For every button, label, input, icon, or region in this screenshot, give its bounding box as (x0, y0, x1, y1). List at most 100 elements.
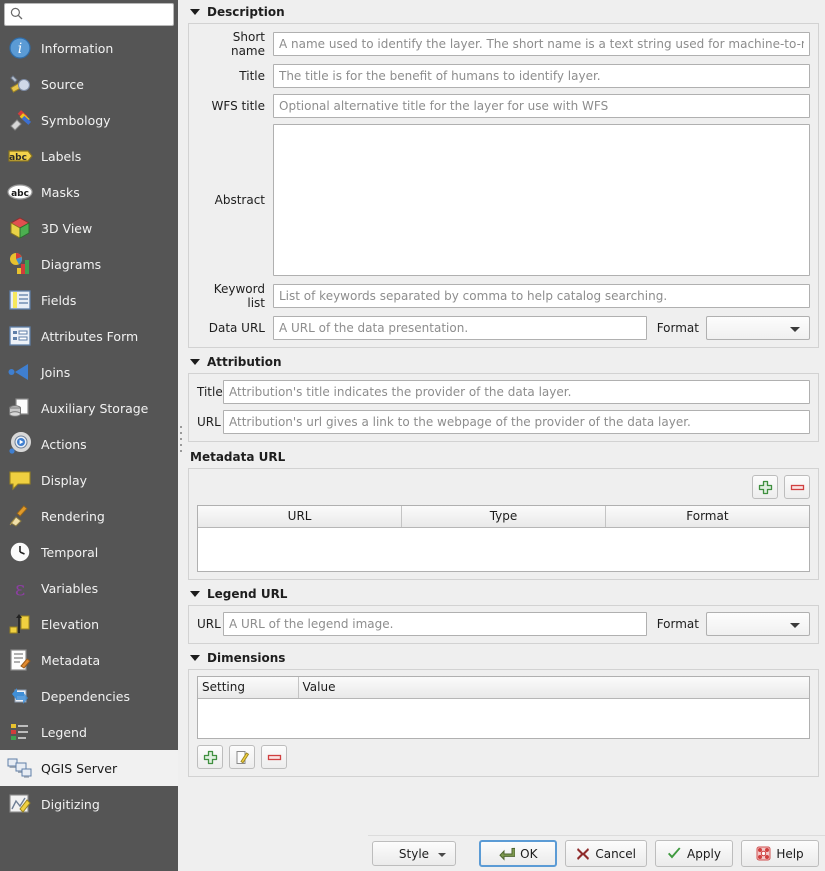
dialog-button-bar: Style OK Cancel Apply (368, 835, 825, 871)
cancel-button[interactable]: Cancel (565, 840, 647, 867)
svg-text:abc: abc (9, 153, 27, 163)
sidebar-item-metadata[interactable]: Metadata (0, 642, 178, 678)
title-label: Title (197, 69, 273, 83)
sidebar-item-label: 3D View (41, 221, 92, 236)
temporal-icon (6, 538, 34, 566)
metadata-icon (6, 646, 34, 674)
metadata-url-toolbar (197, 475, 810, 499)
sidebar-item-dependencies[interactable]: Dependencies (0, 678, 178, 714)
dimensions-remove-button[interactable] (261, 745, 287, 769)
auxiliary-storage-icon (6, 394, 34, 422)
masks-icon: abc (6, 178, 34, 206)
splitter-grip (180, 426, 182, 456)
ok-button[interactable]: OK (479, 840, 557, 867)
chevron-down-icon (790, 327, 800, 332)
dimensions-table-wrap[interactable]: Setting Value (197, 676, 810, 739)
sidebar-item-label: Joins (41, 365, 70, 380)
wfs-title-input[interactable] (273, 94, 810, 118)
section-title: Description (207, 5, 285, 19)
attribution-title-label: Title (197, 385, 223, 399)
source-icon (6, 70, 34, 98)
dependencies-icon (6, 682, 34, 710)
sidebar-item-information[interactable]: i Information (0, 30, 178, 66)
checkmark-icon (667, 847, 682, 861)
add-icon (758, 480, 773, 495)
data-url-input[interactable] (273, 316, 647, 340)
elevation-icon (6, 610, 34, 638)
short-name-input[interactable] (273, 32, 810, 56)
rendering-icon (6, 502, 34, 530)
attribution-url-label: URL (197, 415, 223, 429)
apply-button-label: Apply (687, 847, 721, 861)
column-header-value[interactable]: Value (298, 677, 809, 698)
dimensions-add-button[interactable] (197, 745, 223, 769)
table-header-row: Setting Value (198, 677, 809, 698)
attribution-url-input[interactable] (223, 410, 810, 434)
sidebar-item-rendering[interactable]: Rendering (0, 498, 178, 534)
help-button[interactable]: Help (741, 840, 819, 867)
legend-url-format-combo[interactable] (706, 612, 810, 636)
column-header-format[interactable]: Format (605, 506, 809, 527)
sidebar-item-masks[interactable]: abc Masks (0, 174, 178, 210)
search-input[interactable] (23, 5, 168, 25)
sidebar-item-label: Masks (41, 185, 80, 200)
section-header-legend-url[interactable]: Legend URL (184, 582, 819, 605)
metadata-url-table-wrap[interactable]: URL Type Format (197, 505, 810, 572)
sidebar-item-diagrams[interactable]: Diagrams (0, 246, 178, 282)
column-header-type[interactable]: Type (402, 506, 606, 527)
sidebar-nav-list: i Information Source (0, 30, 178, 822)
svg-text:abc: abc (11, 189, 29, 199)
style-button-label: Style (399, 847, 429, 861)
sidebar-item-labels[interactable]: abc Labels (0, 138, 178, 174)
sidebar-item-legend[interactable]: Legend (0, 714, 178, 750)
sidebar-item-temporal[interactable]: Temporal (0, 534, 178, 570)
sidebar-item-label: Dependencies (41, 689, 130, 704)
sidebar-item-variables[interactable]: ε Variables (0, 570, 178, 606)
sidebar-item-display[interactable]: Display (0, 462, 178, 498)
section-title: Metadata URL (190, 450, 285, 464)
keyword-list-input[interactable] (273, 284, 810, 308)
section-header-dimensions[interactable]: Dimensions (184, 646, 819, 669)
column-header-setting[interactable]: Setting (198, 677, 298, 698)
column-header-url[interactable]: URL (198, 506, 402, 527)
symbology-icon (6, 106, 34, 134)
title-input[interactable] (273, 64, 810, 88)
sidebar-item-fields[interactable]: Fields (0, 282, 178, 318)
dimensions-edit-button[interactable] (229, 745, 255, 769)
metadata-url-add-button[interactable] (752, 475, 778, 499)
metadata-url-remove-button[interactable] (784, 475, 810, 499)
sidebar-item-label: Metadata (41, 653, 100, 668)
apply-button[interactable]: Apply (655, 840, 733, 867)
sidebar-item-actions[interactable]: Actions (0, 426, 178, 462)
section-header-attribution[interactable]: Attribution (184, 350, 819, 373)
sidebar-item-label: Variables (41, 581, 98, 596)
sidebar-item-3d-view[interactable]: 3D View (0, 210, 178, 246)
data-url-format-label: Format (647, 321, 706, 335)
sidebar-item-elevation[interactable]: Elevation (0, 606, 178, 642)
legend-url-row: URL Format (197, 612, 810, 636)
short-name-label: Short name (197, 30, 273, 58)
sidebar-item-qgis-server[interactable]: QGIS Server (0, 750, 178, 786)
sidebar-item-label: Information (41, 41, 113, 56)
sidebar-item-digitizing[interactable]: Digitizing (0, 786, 178, 822)
style-button[interactable]: Style (372, 841, 456, 866)
sidebar-item-auxiliary-storage[interactable]: Auxiliary Storage (0, 390, 178, 426)
sidebar-item-label: Actions (41, 437, 87, 452)
attribution-title-input[interactable] (223, 380, 810, 404)
sidebar-item-symbology[interactable]: Symbology (0, 102, 178, 138)
section-header-description[interactable]: Description (184, 0, 819, 23)
actions-icon (6, 430, 34, 458)
legend-url-input[interactable] (223, 612, 647, 636)
abstract-textarea[interactable] (273, 124, 810, 276)
dimensions-table: Setting Value (198, 677, 809, 738)
search-box[interactable] (4, 3, 174, 26)
attribution-url-row: URL (197, 410, 810, 434)
sidebar-item-attributes-form[interactable]: Attributes Form (0, 318, 178, 354)
metadata-url-table: URL Type Format (198, 506, 809, 571)
metadata-url-group: URL Type Format (188, 468, 819, 580)
sidebar-item-source[interactable]: Source (0, 66, 178, 102)
sidebar-item-joins[interactable]: Joins (0, 354, 178, 390)
chevron-down-icon (190, 591, 200, 597)
3d-view-icon (6, 214, 34, 242)
data-url-format-combo[interactable] (706, 316, 810, 340)
